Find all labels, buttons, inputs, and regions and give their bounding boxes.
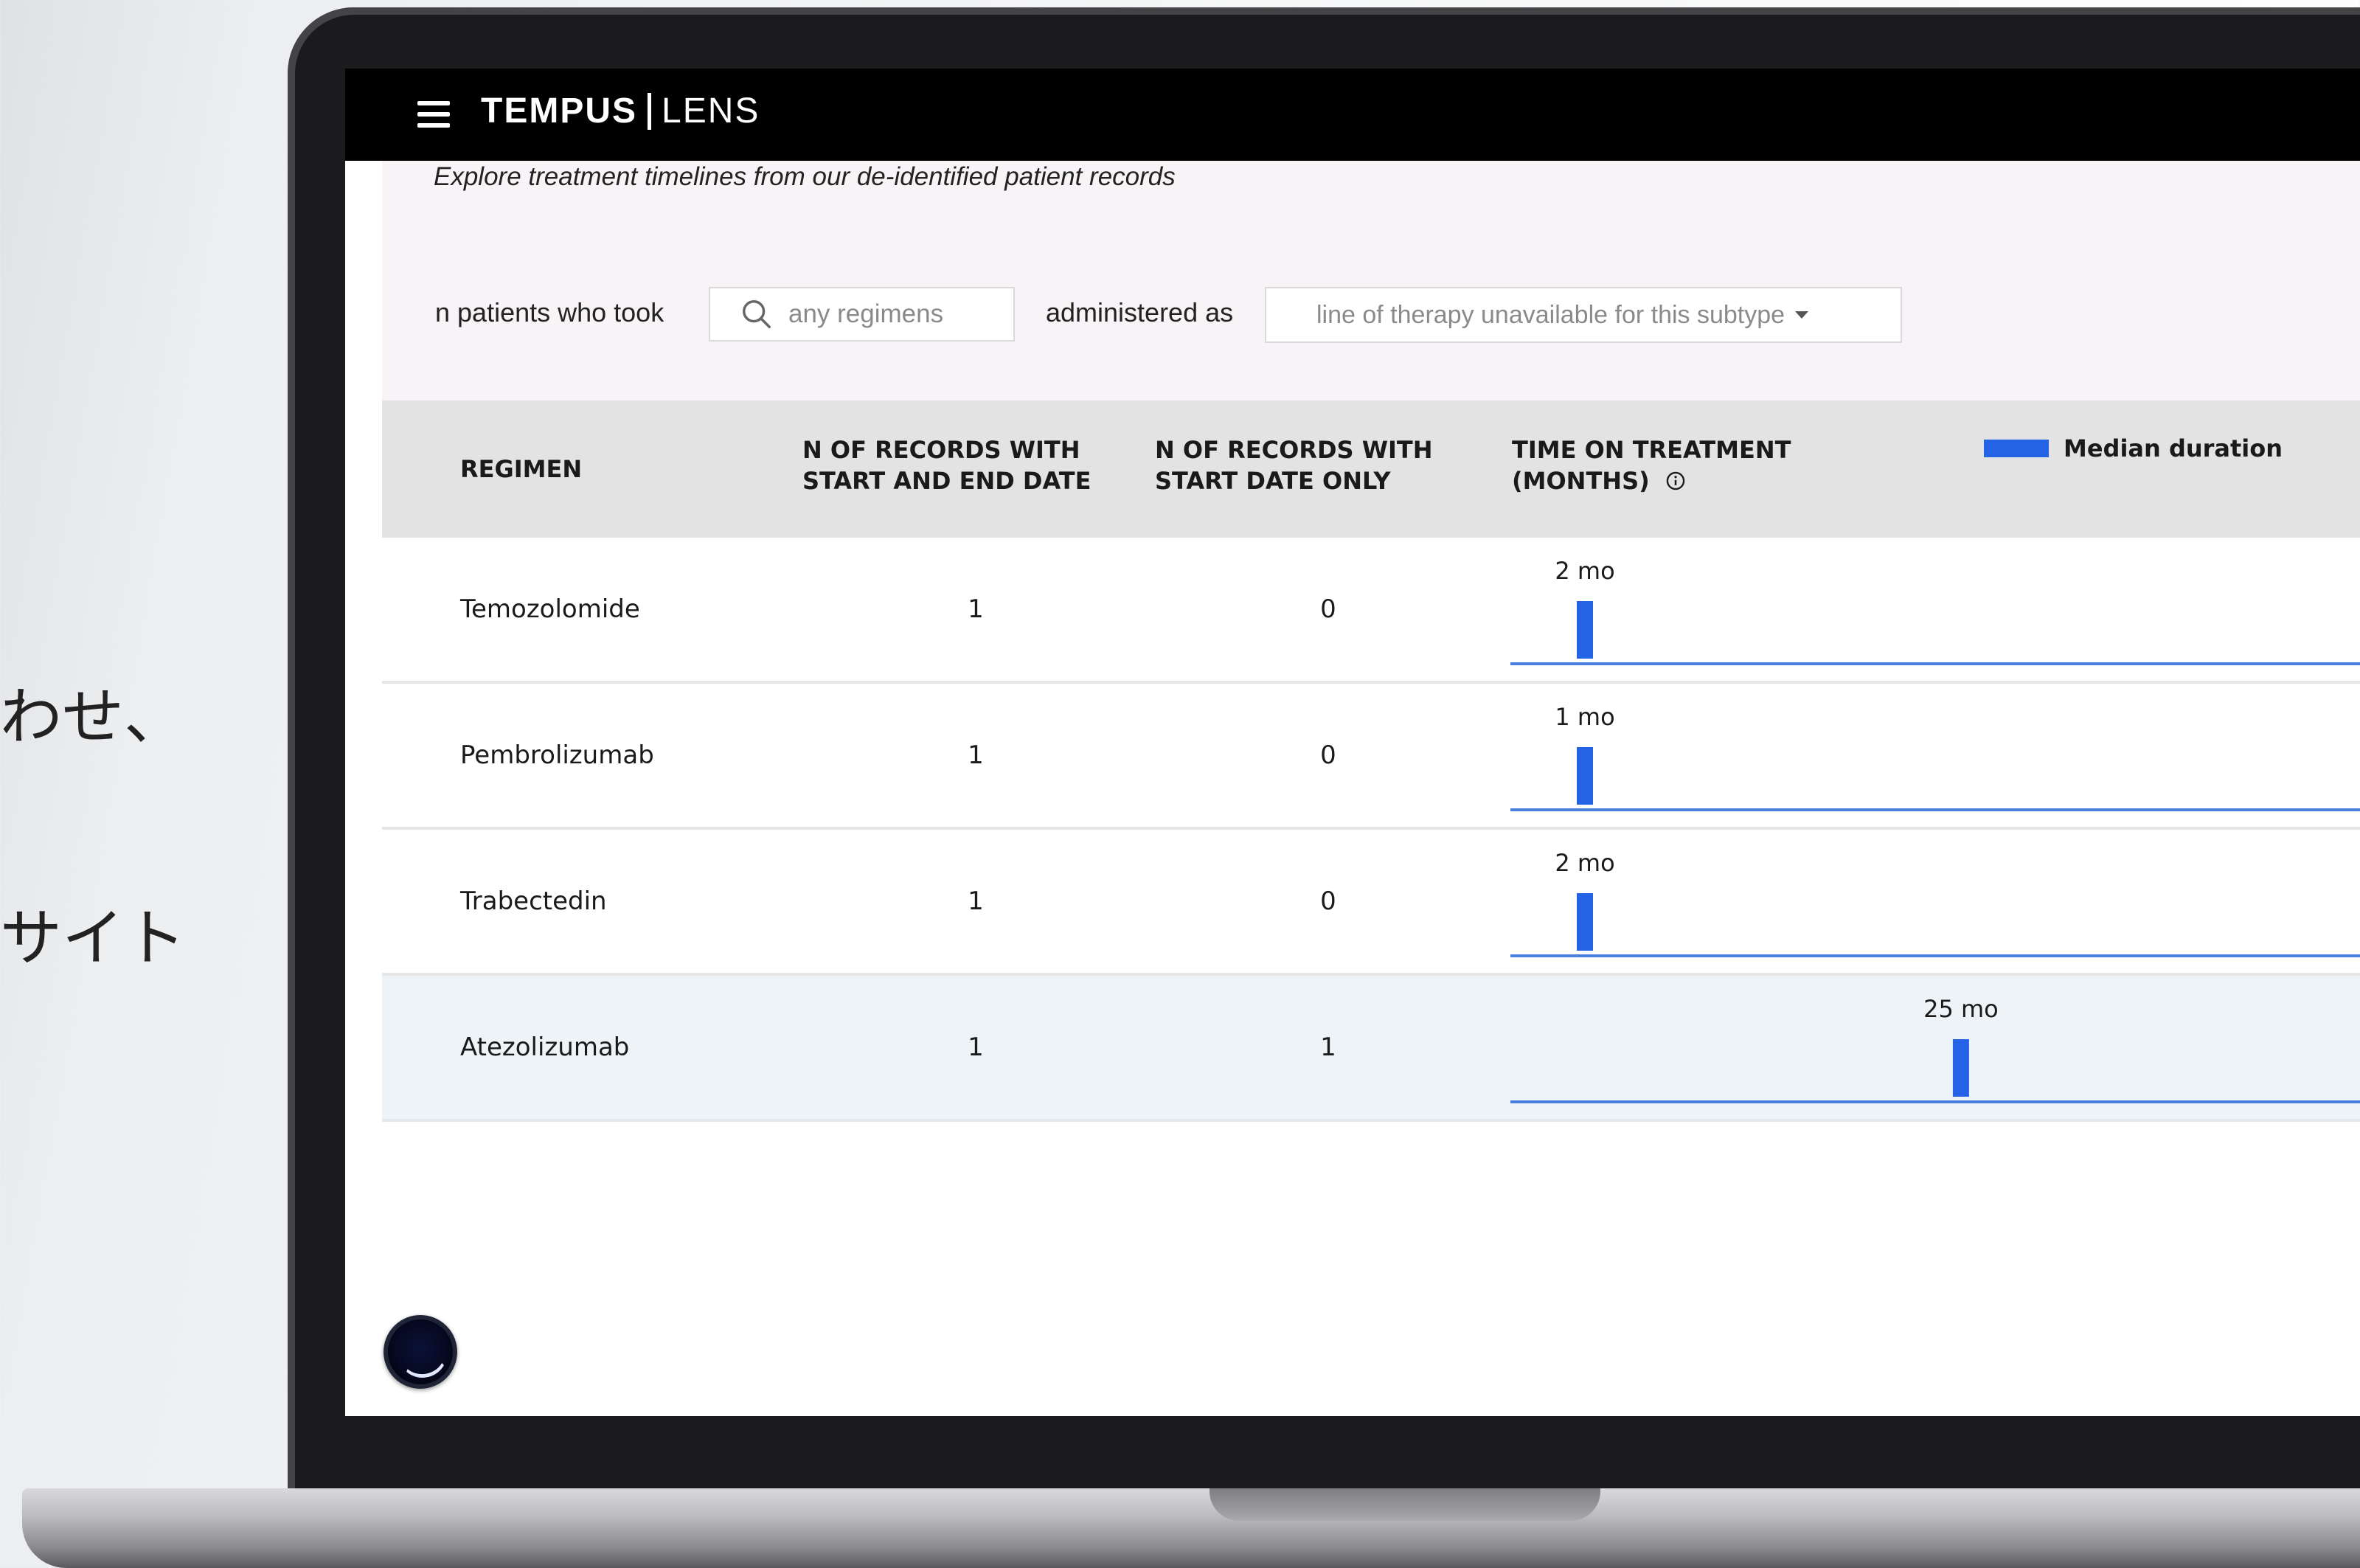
column-header-start-end: N OF RECORDS WITH START AND END DATE: [802, 434, 1091, 496]
menu-icon[interactable]: [417, 101, 450, 128]
regimen-name: Pembrolizumab: [460, 740, 654, 770]
records-start-end: 1: [968, 887, 984, 916]
table-row[interactable]: Temozolomide 1 0 2 mo: [382, 538, 2360, 684]
column-header-time-line2: (MONTHS): [1512, 467, 1650, 495]
median-bar: [1577, 601, 1593, 659]
column-header-start-end-line2: START AND END DATE: [802, 467, 1092, 495]
brand-secondary: LENS: [662, 91, 760, 131]
brand-divider: [648, 92, 652, 130]
column-header-time-line1: TIME ON TREATMENT: [1512, 436, 1791, 464]
table-header: REGIMEN N OF RECORDS WITH START AND END …: [382, 400, 2360, 538]
regimen-name: Temozolomide: [460, 594, 640, 624]
records-start-only: 0: [1320, 594, 1336, 624]
info-icon[interactable]: [1665, 471, 1686, 491]
brand-logo: TEMPUS LENS: [481, 91, 760, 131]
records-start-end: 1: [968, 594, 984, 624]
column-header-start-only-line1: N OF RECORDS WITH: [1155, 436, 1433, 464]
table-row[interactable]: Trabectedin 1 0 2 mo: [382, 830, 2360, 976]
median-bar: [1577, 747, 1593, 805]
table-row[interactable]: Pembrolizumab 1 0 1 mo: [382, 684, 2360, 830]
median-label: 2 mo: [1555, 557, 1614, 585]
filter-label-administered: administered as: [1046, 297, 1234, 327]
duration-chart: 1 mo: [1510, 684, 2360, 827]
duration-chart: 25 mo: [1510, 976, 2360, 1119]
line-of-therapy-select[interactable]: line of therapy unavailable for this sub…: [1265, 287, 1902, 343]
duration-chart: 2 mo: [1510, 538, 2360, 681]
duration-chart: 2 mo: [1510, 830, 2360, 973]
laptop-notch: [1210, 1488, 1600, 1521]
slide-text-fragment-1: わせ、: [0, 681, 187, 749]
regimen-table: REGIMEN N OF RECORDS WITH START AND END …: [382, 400, 2360, 1122]
column-header-regimen: REGIMEN: [460, 455, 583, 483]
filter-label-patients: n patients who took: [435, 297, 664, 327]
app-screen: TEMPUS LENS Explore treatment timelines …: [345, 69, 2360, 1416]
legend-label: Median duration: [2064, 434, 2283, 462]
records-start-only: 0: [1320, 887, 1336, 916]
median-label: 2 mo: [1555, 849, 1614, 877]
regimen-name: Trabectedin: [460, 887, 607, 916]
records-start-only: 1: [1320, 1033, 1336, 1062]
table-body: Temozolomide 1 0 2 mo Pembrolizumab 1 0: [382, 538, 2360, 1122]
regimen-search-input[interactable]: any regimens: [709, 287, 1015, 341]
search-placeholder: any regimens: [788, 299, 944, 328]
legend-swatch: [1984, 440, 2049, 457]
brand-primary: TEMPUS: [481, 91, 638, 131]
column-header-start-only-line2: START DATE ONLY: [1155, 467, 1391, 495]
therapy-select-value: line of therapy unavailable for this sub…: [1316, 300, 1785, 329]
regimen-name: Atezolizumab: [460, 1033, 630, 1062]
median-label: 25 mo: [1923, 995, 1999, 1023]
records-start-end: 1: [968, 740, 984, 770]
chat-widget-icon[interactable]: [384, 1315, 457, 1389]
column-header-start-end-line1: N OF RECORDS WITH: [802, 436, 1080, 464]
records-start-end: 1: [968, 1033, 984, 1062]
column-header-time-on-treatment: TIME ON TREATMENT (MONTHS): [1512, 434, 1791, 496]
median-bar: [1577, 893, 1593, 951]
median-label: 1 mo: [1555, 703, 1614, 731]
records-start-only: 0: [1320, 740, 1336, 770]
table-row[interactable]: Atezolizumab 1 1 25 mo: [382, 976, 2360, 1122]
median-bar: [1952, 1039, 1969, 1097]
slide-text-fragment-2: サイト: [0, 902, 187, 970]
search-icon: [743, 300, 771, 328]
caret-down-icon: [1795, 311, 1809, 319]
page-subtitle: Explore treatment timelines from our de-…: [434, 162, 1176, 191]
column-header-start-only: N OF RECORDS WITH START DATE ONLY: [1155, 434, 1433, 496]
app-header: TEMPUS LENS: [345, 69, 2360, 161]
laptop-base: [22, 1488, 2360, 1568]
chart-legend: Median duration: [1984, 434, 2283, 462]
